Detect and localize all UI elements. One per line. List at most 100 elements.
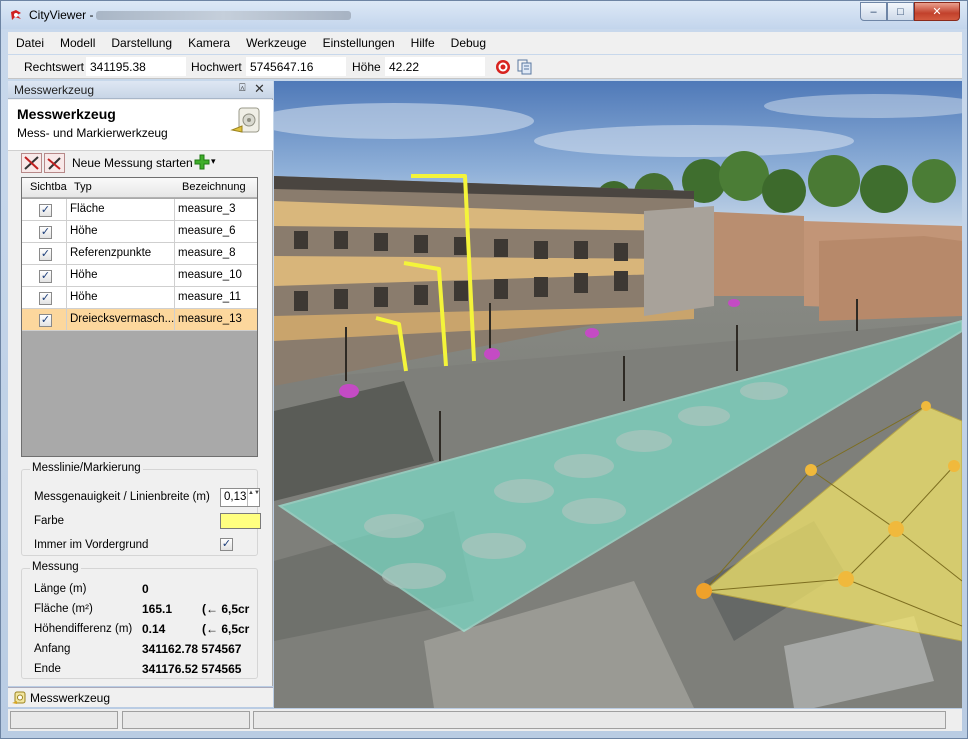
cell-type: Höhe [70, 269, 98, 281]
hoehendiff-value: 0.14 [142, 622, 166, 636]
table-row[interactable]: ✓ Referenzpunkte measure_8 [22, 243, 257, 265]
panel-tab-messwerkzeug[interactable]: Messwerkzeug [8, 687, 273, 707]
visibility-checkbox[interactable]: ✓ [39, 204, 52, 217]
panel-header: Messwerkzeug ⍓ ✕ [8, 81, 273, 99]
copy-icon[interactable] [517, 59, 533, 75]
hoehendiff-note: (← 6,5cr [202, 622, 250, 636]
table-row[interactable]: ✓ Höhe measure_11 [22, 287, 257, 309]
3d-viewport[interactable] [274, 81, 962, 708]
laenge-label: Länge (m) [34, 583, 87, 595]
foreground-checkbox[interactable]: ✓ [220, 538, 233, 551]
accuracy-stepper[interactable]: 0,13 ▲▼ [220, 488, 260, 507]
messlinie-title: Messlinie/Markierung [30, 462, 143, 474]
add-measurement-icon[interactable] [194, 154, 210, 170]
target-icon[interactable] [495, 59, 511, 75]
cell-name: measure_8 [178, 247, 236, 259]
column-divider [174, 243, 175, 265]
chevron-down-icon[interactable]: ▾ [211, 156, 216, 167]
cloud [534, 125, 854, 157]
coordinate-toolbar: Rechtswert 341195.38 Hochwert 5745647.16… [8, 55, 962, 79]
maximize-button[interactable]: □ [887, 2, 914, 21]
cell-type: Höhe [70, 225, 98, 237]
table-row[interactable]: ✓ Höhe measure_6 [22, 221, 257, 243]
cell-name: measure_3 [178, 203, 236, 215]
foreground-label: Immer im Vordergrund [34, 539, 149, 551]
table-row-selected[interactable]: ✓ Dreiecksvermasch... measure_13 [22, 309, 257, 331]
tool-subtitle: Mess- und Markierwerkzeug [17, 126, 168, 140]
menu-hilfe[interactable]: Hilfe [403, 36, 443, 50]
clear-measure-button[interactable] [44, 153, 65, 173]
hochwert-label: Hochwert [191, 60, 242, 74]
minimize-button[interactable]: – [860, 2, 887, 21]
hoehe-field[interactable]: 42.22 [385, 57, 485, 76]
table-row[interactable]: ✓ Fläche measure_3 [22, 199, 257, 221]
accuracy-value: 0,13 [224, 491, 247, 503]
app-logo-icon [11, 10, 21, 20]
new-measurement-row: Neue Messung starten ▾ [21, 153, 271, 173]
cell-name: measure_6 [178, 225, 236, 237]
messung-group: Messung Länge (m) 0 Fläche (m²) 165.1 (←… [21, 561, 258, 679]
menu-bar: Datei Modell Darstellung Kamera Werkzeug… [8, 32, 962, 54]
anfang-label: Anfang [34, 643, 71, 655]
tool-header: Messwerkzeug Mess- und Markierwerkzeug [8, 100, 273, 151]
laenge-value: 0 [142, 582, 149, 596]
table-row[interactable]: ✓ Höhe measure_10 [22, 265, 257, 287]
menu-modell[interactable]: Modell [52, 36, 103, 50]
column-divider [66, 243, 67, 265]
new-measurement-label[interactable]: Neue Messung starten [72, 156, 193, 170]
redacted-title-area [96, 11, 351, 20]
column-header-name[interactable]: Bezeichnung [182, 181, 246, 193]
grid-header: Sichtba Typ Bezeichnung [22, 178, 257, 198]
column-divider [66, 221, 67, 243]
ende-value: 341176.52 574565 [142, 662, 242, 676]
cell-type: Höhe [70, 291, 98, 303]
column-divider [174, 265, 175, 287]
visibility-checkbox[interactable]: ✓ [39, 270, 52, 283]
visibility-checkbox[interactable]: ✓ [39, 292, 52, 305]
measurement-panel: Messwerkzeug ⍓ ✕ Messwerkzeug Mess- und … [8, 81, 273, 686]
column-divider [66, 265, 67, 287]
messung-title: Messung [30, 561, 81, 573]
title-bar: CityViewer - – □ ✕ [1, 1, 967, 29]
stepper-arrows-icon[interactable]: ▲▼ [247, 489, 260, 506]
menu-einstellungen[interactable]: Einstellungen [315, 36, 403, 50]
flaeche-note: (← 6,5cr [202, 602, 250, 616]
color-picker[interactable] [220, 513, 261, 529]
menu-datei[interactable]: Datei [8, 36, 52, 50]
cell-name: measure_10 [178, 269, 242, 281]
pin-icon[interactable]: ⍓ [239, 82, 246, 95]
hochwert-field[interactable]: 5745647.16 [246, 57, 346, 76]
visibility-checkbox[interactable]: ✓ [39, 226, 52, 239]
column-divider [174, 309, 175, 331]
delete-measure-button[interactable] [21, 153, 42, 173]
cell-name: measure_13 [178, 313, 242, 325]
close-button[interactable]: ✕ [914, 2, 960, 21]
visibility-checkbox[interactable]: ✓ [39, 248, 52, 261]
hoehendiff-label: Höhendifferenz (m) [34, 623, 133, 635]
anfang-value: 341162.78 574567 [142, 642, 242, 656]
measure-tape-icon [230, 107, 260, 133]
menu-werkzeuge[interactable]: Werkzeuge [238, 36, 314, 50]
measurement-grid: Sichtba Typ Bezeichnung ✓ Fläche measure… [21, 177, 258, 457]
panel-header-title: Messwerkzeug [14, 83, 95, 97]
rechtswert-label: Rechtswert [24, 60, 85, 74]
menu-debug[interactable]: Debug [443, 36, 494, 50]
column-header-type[interactable]: Typ [74, 181, 92, 193]
rechtswert-field[interactable]: 341195.38 [86, 57, 186, 76]
panel-close-icon[interactable]: ✕ [254, 81, 265, 97]
window-title: CityViewer - [29, 8, 94, 22]
column-divider [174, 221, 175, 243]
status-bar [8, 709, 962, 731]
menu-kamera[interactable]: Kamera [180, 36, 238, 50]
measure-delete-icon [24, 156, 39, 170]
cell-type: Fläche [70, 203, 105, 215]
measure-clear-icon [47, 157, 61, 170]
ende-label: Ende [34, 663, 61, 675]
menu-darstellung[interactable]: Darstellung [103, 36, 180, 50]
app-window: CityViewer - – □ ✕ Datei Modell Darstell… [0, 0, 968, 739]
accuracy-label: Messgenauigkeit / Linienbreite (m) [34, 491, 210, 503]
city-scene [274, 81, 962, 708]
visibility-checkbox[interactable]: ✓ [39, 314, 52, 327]
column-header-visible[interactable]: Sichtba [30, 181, 67, 193]
bottom-tab-label: Messwerkzeug [30, 691, 111, 705]
